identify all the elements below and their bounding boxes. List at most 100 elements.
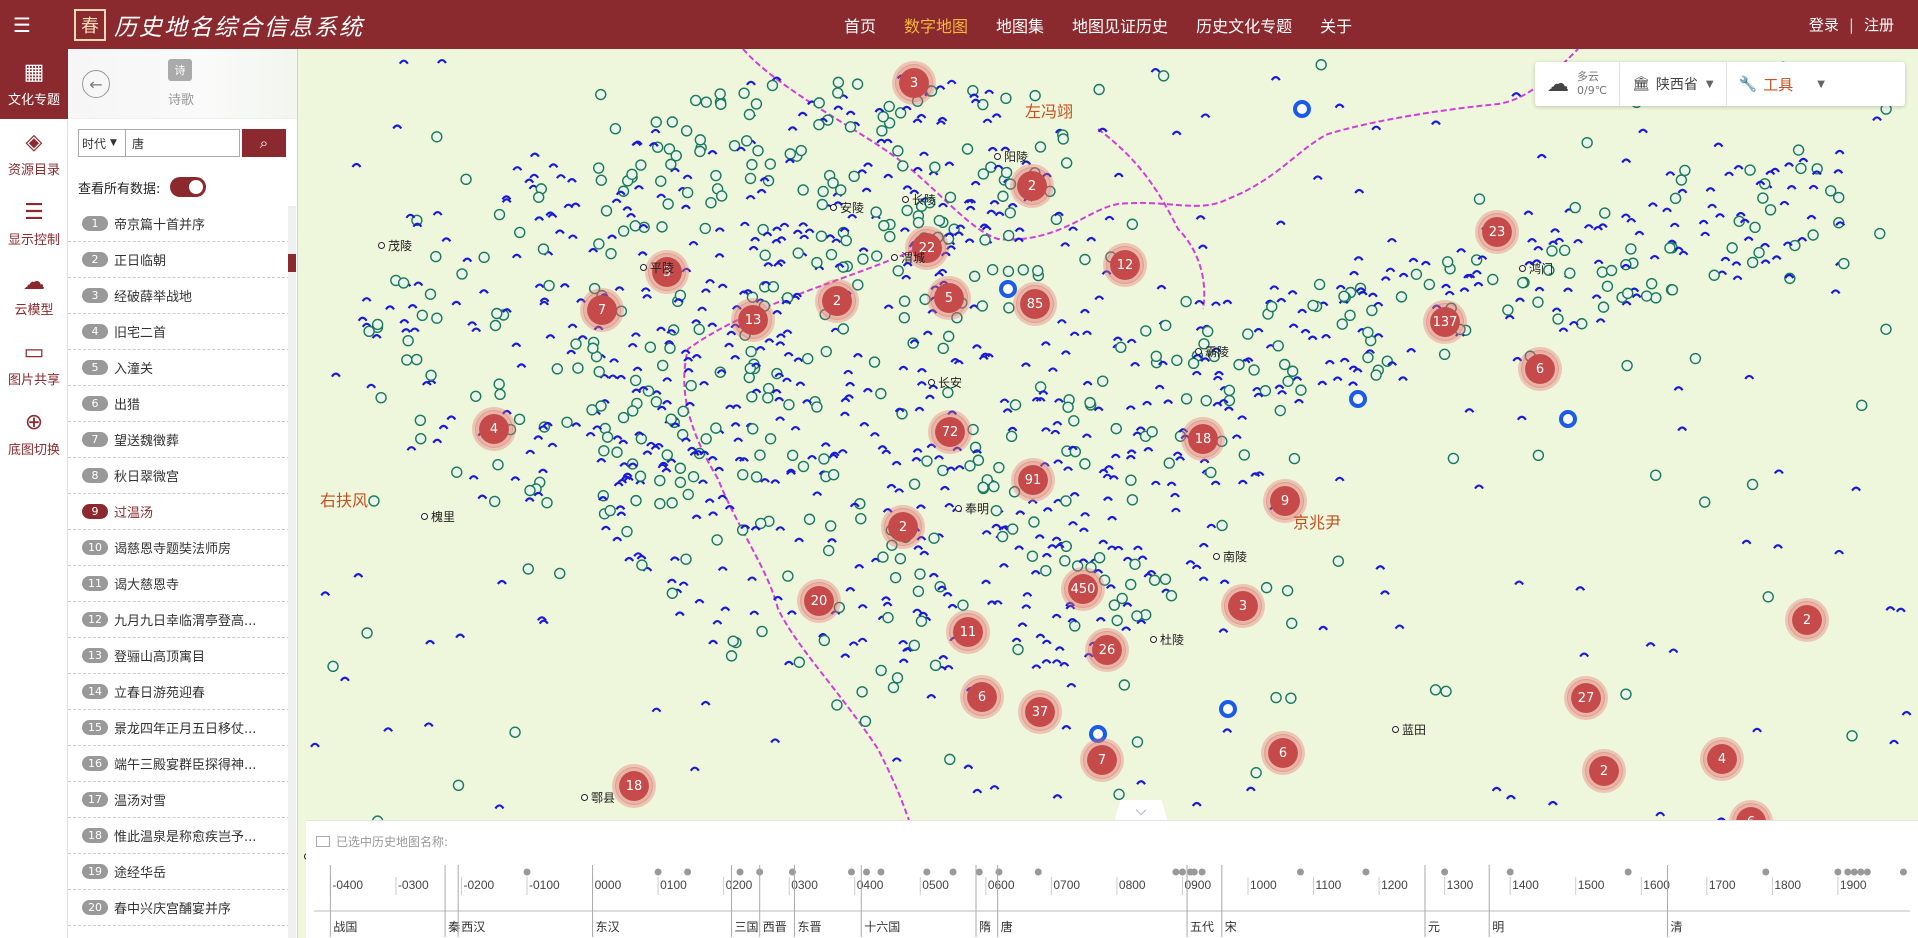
poem-marker-blue[interactable]	[1668, 648, 1679, 654]
poem-marker-blue[interactable]	[669, 556, 680, 562]
poem-marker-teal[interactable]	[1171, 354, 1183, 367]
poem-marker-teal[interactable]	[898, 312, 911, 324]
poem-marker-teal[interactable]	[621, 525, 633, 538]
poem-marker-blue[interactable]	[899, 227, 910, 233]
poem-marker-teal[interactable]	[451, 466, 463, 478]
poem-marker-teal[interactable]	[1749, 221, 1761, 234]
poem-marker-blue[interactable]	[661, 467, 672, 473]
poem-marker-teal[interactable]	[818, 634, 831, 647]
poem-marker-teal[interactable]	[1746, 256, 1759, 269]
timeline-map-marker[interactable]	[1899, 868, 1907, 876]
poem-marker-teal[interactable]	[756, 625, 768, 638]
poem-marker-blue[interactable]	[622, 206, 633, 212]
place-label[interactable]: 鸿门	[1529, 260, 1553, 277]
poem-marker-teal[interactable]	[1069, 620, 1081, 632]
poem-marker-teal[interactable]	[831, 699, 843, 711]
poem-marker-teal[interactable]	[1266, 300, 1278, 313]
poem-marker-teal[interactable]	[1202, 325, 1214, 338]
dynasty-label[interactable]: 五代	[1190, 920, 1214, 934]
poem-marker-teal[interactable]	[1060, 157, 1073, 169]
poem-marker-teal[interactable]	[1429, 684, 1442, 696]
poem-marker-blue[interactable]	[708, 639, 719, 645]
site-marker[interactable]	[999, 280, 1017, 298]
poem-marker-blue[interactable]	[714, 466, 725, 472]
poem-marker-teal[interactable]	[629, 374, 642, 387]
poem-marker-blue[interactable]	[901, 105, 912, 111]
poem-marker-blue[interactable]	[1387, 237, 1397, 243]
poem-marker-teal[interactable]	[797, 460, 810, 473]
poem-marker-blue[interactable]	[320, 591, 331, 597]
poem-marker-teal[interactable]	[1757, 192, 1769, 204]
poem-marker-teal[interactable]	[795, 144, 807, 157]
list-item[interactable]: 6 出猎	[68, 386, 290, 422]
poem-marker-blue[interactable]	[1080, 512, 1091, 517]
poem-marker-teal[interactable]	[1838, 257, 1850, 270]
poem-marker-blue[interactable]	[1063, 466, 1073, 472]
poem-marker-teal[interactable]	[908, 639, 921, 651]
poem-marker-teal[interactable]	[1238, 449, 1251, 461]
poem-marker-blue[interactable]	[642, 450, 653, 456]
poem-marker-teal[interactable]	[402, 334, 414, 347]
poem-marker-teal[interactable]	[967, 423, 979, 436]
poem-marker-blue[interactable]	[1253, 327, 1264, 333]
poem-marker-blue[interactable]	[525, 449, 536, 455]
cluster-marker[interactable]: 18	[1184, 420, 1222, 458]
poem-marker-blue[interactable]	[1398, 376, 1408, 382]
poem-marker-blue[interactable]	[773, 262, 784, 267]
poem-marker-blue[interactable]	[1126, 338, 1137, 344]
poem-marker-teal[interactable]	[456, 268, 468, 280]
poem-marker-blue[interactable]	[1136, 780, 1146, 785]
poem-marker-blue[interactable]	[1078, 527, 1089, 533]
poem-marker-teal[interactable]	[716, 190, 728, 202]
poem-marker-blue[interactable]	[794, 537, 804, 543]
poem-marker-teal[interactable]	[1079, 253, 1091, 266]
poem-marker-teal[interactable]	[979, 234, 991, 246]
poem-marker-blue[interactable]	[653, 443, 664, 448]
poem-marker-blue[interactable]	[804, 228, 815, 234]
poem-marker-blue[interactable]	[700, 700, 711, 706]
poem-marker-blue[interactable]	[1477, 255, 1488, 261]
dynasty-label[interactable]: 清	[1670, 920, 1682, 934]
poem-marker-blue[interactable]	[775, 526, 786, 531]
nav-item-3[interactable]: 地图集	[996, 13, 1044, 37]
timeline-map-marker[interactable]	[995, 868, 1003, 876]
poem-marker-blue[interactable]	[691, 319, 702, 325]
poem-marker-teal[interactable]	[944, 191, 957, 204]
poem-marker-blue[interactable]	[1041, 659, 1052, 664]
poem-marker-teal[interactable]	[1000, 166, 1013, 179]
poem-marker-blue[interactable]	[1595, 318, 1606, 323]
poem-marker-blue[interactable]	[707, 150, 718, 155]
poem-marker-teal[interactable]	[894, 553, 907, 565]
poem-marker-teal[interactable]	[460, 173, 472, 186]
poem-marker-teal[interactable]	[887, 681, 900, 694]
poem-marker-blue[interactable]	[857, 604, 868, 609]
poem-marker-blue[interactable]	[1300, 328, 1311, 334]
poem-marker-blue[interactable]	[981, 579, 991, 585]
poem-marker-blue[interactable]	[717, 283, 728, 289]
poem-marker-teal[interactable]	[1032, 265, 1044, 277]
poem-marker-blue[interactable]	[1206, 523, 1217, 529]
poem-marker-blue[interactable]	[994, 211, 1005, 217]
poem-marker-blue[interactable]	[1212, 401, 1223, 407]
poem-marker-teal[interactable]	[537, 243, 550, 255]
poem-marker-blue[interactable]	[556, 174, 566, 179]
poem-marker-teal[interactable]	[929, 659, 942, 672]
poem-marker-teal[interactable]	[1187, 357, 1200, 369]
poem-marker-blue[interactable]	[1093, 569, 1104, 574]
poem-marker-teal[interactable]	[802, 353, 814, 365]
poem-marker-blue[interactable]	[1456, 248, 1467, 253]
poem-marker-blue[interactable]	[1094, 295, 1105, 301]
poem-marker-teal[interactable]	[656, 359, 669, 372]
poem-marker-teal[interactable]	[859, 715, 872, 727]
poem-marker-teal[interactable]	[1625, 243, 1637, 255]
poem-marker-blue[interactable]	[1218, 398, 1229, 404]
poem-marker-blue[interactable]	[689, 766, 700, 772]
poem-marker-teal[interactable]	[996, 530, 1009, 543]
poem-marker-blue[interactable]	[1318, 625, 1329, 631]
poem-marker-teal[interactable]	[1552, 313, 1564, 325]
poem-marker-teal[interactable]	[898, 295, 911, 307]
poem-marker-teal[interactable]	[1165, 590, 1178, 602]
rail-item-1[interactable]: ▦ 文化专题	[0, 49, 68, 119]
poem-marker-teal[interactable]	[1569, 201, 1581, 214]
poem-marker-teal[interactable]	[744, 172, 757, 185]
